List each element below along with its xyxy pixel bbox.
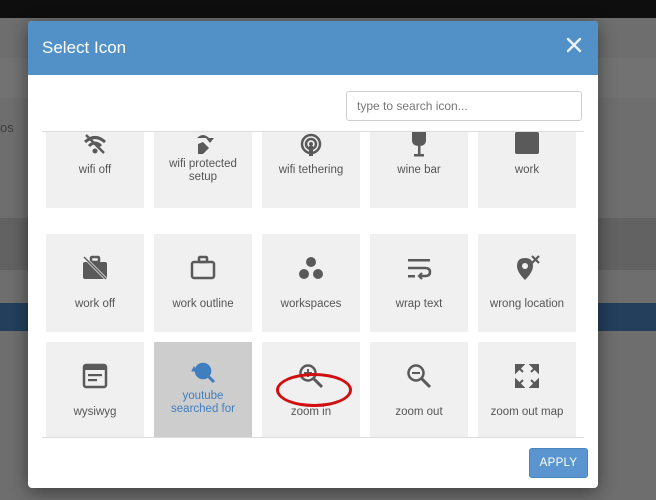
icon-tile-zoom-out-map[interactable]: zoom out map (478, 342, 576, 437)
workspaces-icon (297, 254, 325, 282)
work-off-icon (81, 254, 109, 282)
icon-tile-zoom-in[interactable]: zoom in (262, 342, 360, 437)
icon-tile-label: wrong location (489, 298, 565, 310)
wine-bar-icon (405, 132, 433, 158)
icon-tile-youtube-searched-for[interactable]: youtube searched for (154, 342, 252, 437)
modal-header: Select Icon (28, 21, 598, 75)
work-icon (513, 132, 541, 158)
icon-tile-label: wifi tethering (278, 164, 344, 176)
icon-tile-label: wine bar (397, 164, 441, 176)
modal-title: Select Icon (42, 38, 127, 57)
icon-tile-wine-bar[interactable]: wine bar (370, 132, 468, 208)
youtube-searched-for-icon (189, 360, 217, 388)
icon-tile-label: zoom in (290, 406, 332, 418)
wifi-off-icon (81, 132, 109, 158)
icon-tile-wrap-text[interactable]: wrap text (370, 234, 468, 332)
icon-tile-label: work outline (172, 298, 234, 310)
zoom-out-icon (405, 362, 433, 390)
wrong-location-icon (513, 254, 541, 282)
icon-tile-wifi-off[interactable]: wifi off (46, 132, 144, 208)
background-topbar (0, 0, 656, 18)
icon-tile-label: wifi protected setup (169, 158, 237, 183)
icon-tile-wysiwyg[interactable]: wysiwyg (46, 342, 144, 437)
icon-tile-label: zoom out (395, 406, 443, 418)
select-icon-modal: Select Icon wifi off (28, 21, 598, 488)
icon-tile-zoom-out[interactable]: zoom out (370, 342, 468, 437)
icon-tile-label: youtube searched for (171, 390, 235, 415)
icon-tile-wrong-location[interactable]: wrong location (478, 234, 576, 332)
icon-tile-workspaces[interactable]: workspaces (262, 234, 360, 332)
icon-tile-work[interactable]: work (478, 132, 576, 208)
icon-tile-work-outline[interactable]: work outline (154, 234, 252, 332)
icon-search-input[interactable] (346, 91, 582, 121)
divider (42, 437, 584, 438)
wrap-text-icon (405, 254, 433, 282)
background-text: os (0, 120, 14, 135)
icon-tile-work-off[interactable]: work off (46, 234, 144, 332)
icon-tile-label: wrap text (395, 298, 443, 310)
apply-button[interactable]: APPLY (529, 448, 588, 478)
zoom-in-icon (297, 362, 325, 390)
icon-tile-wifi-protected-setup[interactable]: wifi protected setup (154, 132, 252, 208)
icon-tile-label: wysiwyg (73, 406, 117, 418)
close-icon (566, 37, 582, 53)
close-button[interactable] (564, 35, 584, 55)
icon-tile-label: workspaces (280, 298, 342, 310)
icon-tile-label: work off (74, 298, 116, 310)
zoom-out-map-icon (513, 362, 541, 390)
icon-tile-label: work (514, 164, 540, 176)
icon-tile-wifi-tethering[interactable]: wifi tethering (262, 132, 360, 208)
icon-grid[interactable]: wifi off wifi protected setup wifi tethe… (42, 132, 584, 437)
work-outline-icon (189, 254, 217, 282)
wysiwyg-icon (81, 362, 109, 390)
wifi-protected-setup-icon (189, 132, 217, 158)
icon-tile-label: wifi off (78, 164, 112, 176)
wifi-tethering-icon (297, 132, 325, 158)
icon-tile-label: zoom out map (490, 406, 564, 418)
